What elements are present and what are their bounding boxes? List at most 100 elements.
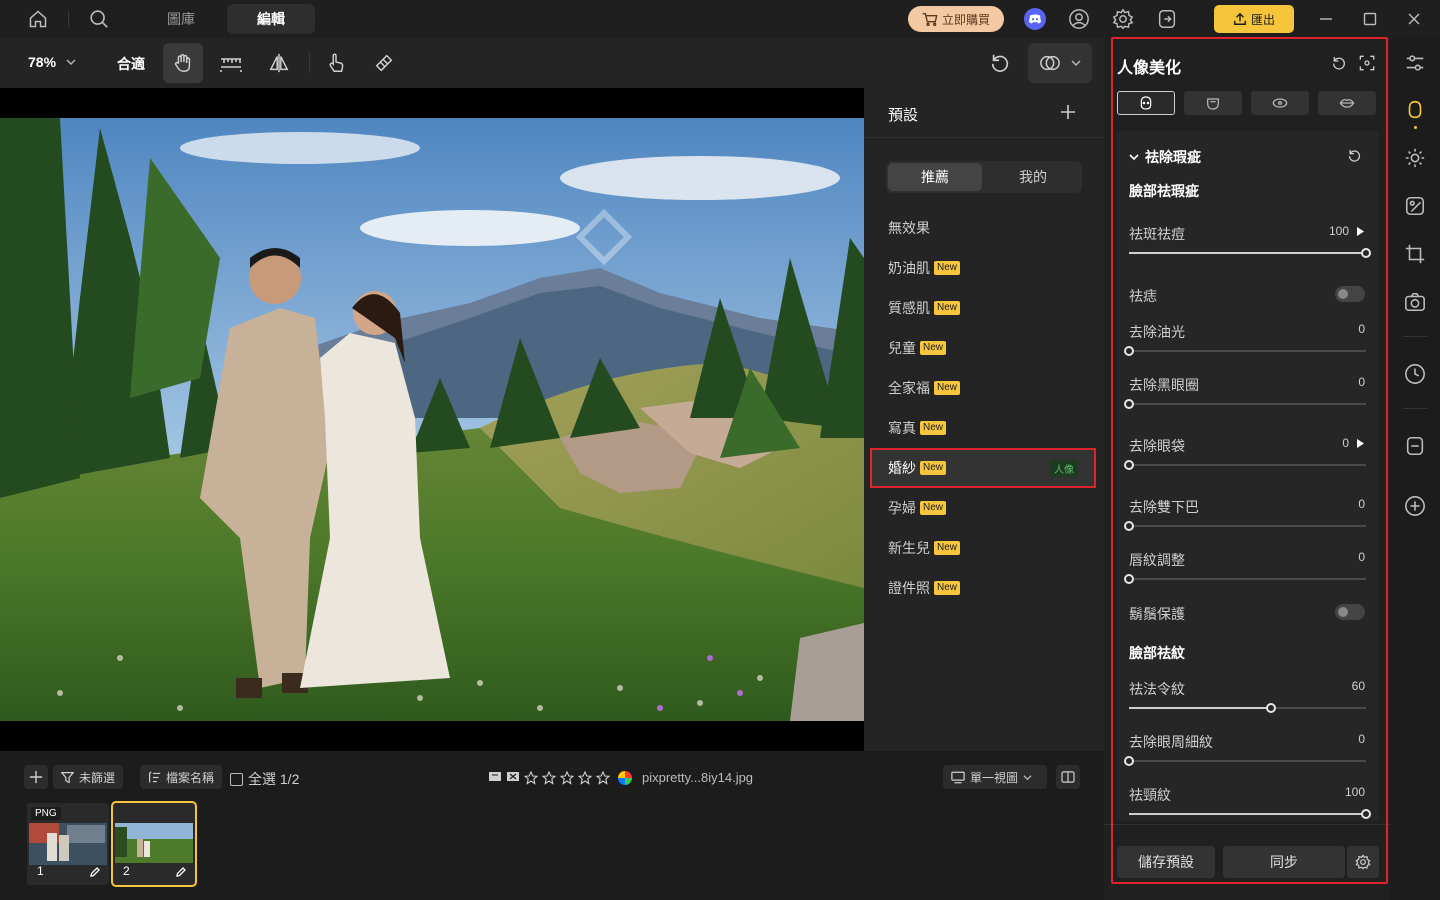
- light-icon[interactable]: [1403, 146, 1427, 170]
- slider-value: 0: [1358, 322, 1365, 336]
- reject-flag-icon[interactable]: [506, 771, 520, 784]
- select-all-checkbox[interactable]: 全選 1/2: [230, 769, 299, 789]
- add-circle-icon[interactable]: [1403, 494, 1427, 518]
- tab-edit[interactable]: 編輯: [227, 4, 315, 34]
- slider-track[interactable]: [1124, 756, 1366, 766]
- flag-icon[interactable]: [488, 771, 502, 784]
- preset-item[interactable]: 無效果: [872, 210, 1094, 246]
- reset-section-icon[interactable]: [1347, 148, 1362, 163]
- preset-item[interactable]: 寫真 New: [872, 410, 1094, 446]
- portrait-beauty-icon[interactable]: [1403, 98, 1427, 122]
- slider-track[interactable]: [1129, 248, 1371, 258]
- tab-face-shape[interactable]: [1184, 91, 1242, 115]
- slider-track[interactable]: [1129, 809, 1371, 819]
- tab-recommended[interactable]: 推薦: [888, 163, 982, 191]
- divider: [1104, 824, 1390, 825]
- sync-settings-button[interactable]: [1347, 846, 1379, 878]
- new-badge: New: [934, 541, 961, 555]
- image-canvas[interactable]: [0, 88, 864, 751]
- hand-tool-button[interactable]: [163, 43, 203, 83]
- beard-toggle[interactable]: [1335, 604, 1365, 620]
- zoom-dropdown[interactable]: 78%: [28, 54, 76, 70]
- slider-track[interactable]: [1124, 521, 1366, 531]
- preset-item[interactable]: 孕婦 New: [872, 490, 1094, 526]
- face-detect-icon[interactable]: [1359, 55, 1375, 71]
- reset-button[interactable]: [980, 43, 1020, 83]
- slider-knob[interactable]: [1124, 460, 1134, 470]
- camera-icon[interactable]: [1403, 290, 1427, 314]
- preset-item[interactable]: 新生兒 New: [872, 530, 1094, 566]
- maximize-icon[interactable]: [1358, 7, 1382, 31]
- preset-item-selected[interactable]: 婚紗 New 人像: [870, 448, 1096, 488]
- slider-knob[interactable]: [1124, 521, 1134, 531]
- sort-button[interactable]: 檔案名稱: [140, 765, 223, 789]
- tab-lips[interactable]: [1318, 91, 1376, 115]
- save-preset-button[interactable]: 儲存預設: [1117, 846, 1215, 878]
- minimize-icon[interactable]: [1314, 7, 1338, 31]
- slider-knob[interactable]: [1124, 399, 1134, 409]
- slider-knob[interactable]: [1361, 248, 1371, 258]
- slider-track[interactable]: [1124, 574, 1366, 584]
- tab-face-skin[interactable]: [1117, 91, 1175, 115]
- sliders-icon[interactable]: [1403, 51, 1427, 75]
- slider-label: 去除雙下巴: [1129, 499, 1199, 515]
- slider-track[interactable]: [1124, 346, 1366, 356]
- slider-track[interactable]: [1124, 399, 1366, 409]
- preset-item[interactable]: 全家福 New: [872, 370, 1094, 406]
- slider-knob[interactable]: [1124, 756, 1134, 766]
- slider-knob[interactable]: [1124, 574, 1134, 584]
- upload-icon: [1234, 12, 1246, 25]
- export-button[interactable]: 匯出: [1214, 5, 1294, 33]
- preset-item[interactable]: 證件照 New: [872, 570, 1094, 606]
- account-icon[interactable]: [1067, 7, 1091, 31]
- reset-panel-icon[interactable]: [1331, 55, 1347, 71]
- title-bar: 圖庫 編輯 立即購買 匯出: [0, 0, 1440, 38]
- home-icon[interactable]: [26, 7, 50, 31]
- slider-knob[interactable]: [1266, 703, 1277, 713]
- crop-icon[interactable]: [1403, 242, 1427, 266]
- image-edit-icon[interactable]: [1403, 194, 1427, 218]
- preset-item[interactable]: 質感肌 New: [872, 290, 1094, 326]
- settings-icon[interactable]: [1111, 7, 1135, 31]
- sort-label: 檔案名稱: [166, 770, 215, 785]
- slider-knob[interactable]: [1361, 809, 1371, 819]
- share-out-icon[interactable]: [1155, 7, 1179, 31]
- add-preset-icon[interactable]: [1060, 104, 1076, 120]
- mole-toggle[interactable]: [1335, 286, 1365, 302]
- zoom-value: 78%: [28, 54, 57, 70]
- notes-icon[interactable]: [1403, 434, 1427, 458]
- buy-now-button[interactable]: 立即購買: [908, 6, 1004, 32]
- thumbnail-2[interactable]: 2: [111, 801, 197, 887]
- compare-view-button[interactable]: [1056, 765, 1080, 789]
- view-mode-dropdown[interactable]: 單一視圖: [943, 765, 1047, 789]
- divider: [309, 53, 310, 73]
- expand-arrow-icon[interactable]: [1357, 439, 1364, 448]
- compare-dropdown[interactable]: [1028, 43, 1092, 83]
- add-image-button[interactable]: [24, 765, 48, 789]
- eraser-tool-button[interactable]: [364, 43, 404, 83]
- color-label-icon[interactable]: [618, 770, 632, 785]
- star-rating[interactable]: [524, 770, 614, 785]
- slider-track[interactable]: [1129, 703, 1366, 713]
- filter-button[interactable]: 未篩選: [53, 765, 124, 789]
- expand-arrow-icon[interactable]: [1357, 227, 1364, 236]
- touch-tool-button[interactable]: [316, 43, 356, 83]
- fit-button[interactable]: 合適: [117, 54, 145, 74]
- gear-icon: [1355, 854, 1371, 870]
- history-icon[interactable]: [1403, 362, 1427, 386]
- thumbnail-1[interactable]: PNG 1: [27, 803, 109, 885]
- slider-knob[interactable]: [1124, 346, 1134, 356]
- close-icon[interactable]: [1402, 7, 1426, 31]
- tab-mine[interactable]: 我的: [986, 163, 1080, 191]
- discord-icon[interactable]: [1023, 7, 1047, 31]
- slider-track[interactable]: [1124, 460, 1366, 470]
- section-header[interactable]: 祛除瑕疵: [1129, 147, 1201, 167]
- sync-button[interactable]: 同步: [1223, 846, 1345, 878]
- ruler-tool-button[interactable]: [211, 43, 251, 83]
- search-icon[interactable]: [87, 7, 111, 31]
- flip-tool-button[interactable]: [259, 43, 299, 83]
- tab-eyes[interactable]: [1251, 91, 1309, 115]
- preset-item[interactable]: 兒童 New: [872, 330, 1094, 366]
- tab-library[interactable]: 圖庫: [146, 4, 216, 34]
- preset-item[interactable]: 奶油肌 New: [872, 250, 1094, 286]
